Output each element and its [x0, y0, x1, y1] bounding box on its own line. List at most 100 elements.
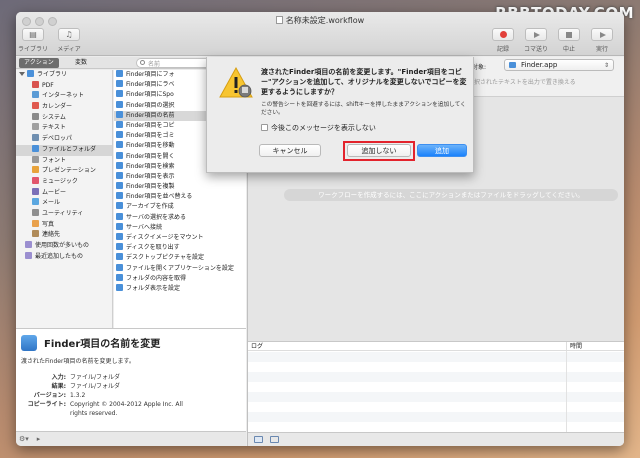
library-toggle-button[interactable]: ▤ — [22, 28, 44, 41]
log-row — [248, 362, 624, 372]
media-button[interactable]: ♫ — [58, 28, 80, 41]
action-list-item[interactable]: アーカイブを作成 — [114, 202, 246, 212]
action-list-item[interactable]: フォルダの内容を取得 — [114, 273, 246, 284]
finder-action-icon — [116, 151, 123, 159]
action-list-item[interactable]: ファイルを開くアプリケーションを設定 — [114, 263, 246, 274]
finder-action-icon — [116, 70, 123, 77]
sidebar-item-category[interactable]: メール — [16, 198, 112, 209]
library-bottom-bar: ⚙▾ ▸ — [16, 431, 246, 446]
sidebar-item-category[interactable]: フォント — [16, 155, 112, 167]
sidebar-item-category[interactable]: インターネット — [16, 91, 112, 102]
sidebar-item-category[interactable]: デベロッパ — [16, 134, 112, 145]
sidebar-item-category[interactable]: 連絡先 — [16, 230, 112, 241]
action-list-item[interactable]: サーバへ接続 — [114, 222, 246, 233]
suppress-option[interactable]: 今後このメッセージを表示しない — [261, 123, 376, 133]
category-label: ライブラリ — [37, 71, 68, 78]
action-list-item[interactable]: フォルダ表示を設定 — [114, 283, 246, 294]
action-list-item[interactable]: サーバの選択を求める — [114, 212, 246, 223]
sidebar-item-category[interactable]: システム — [16, 112, 112, 124]
category-icon — [32, 102, 39, 110]
sidebar-item-category[interactable]: 最近追加したもの — [16, 251, 112, 263]
category-label: フォント — [42, 156, 67, 164]
finder-action-icon — [116, 192, 123, 200]
action-list-item[interactable]: ディスクイメージをマウント — [114, 233, 246, 243]
category-icon — [32, 144, 39, 152]
finder-action-icon — [116, 141, 123, 149]
finder-action-icon — [116, 120, 123, 128]
action-label: フォルダの内容を取得 — [126, 274, 187, 282]
category-icon — [32, 134, 39, 142]
log-row — [248, 372, 624, 382]
category-icon — [25, 251, 32, 259]
window-title: 名称未設定.workflow — [285, 16, 365, 25]
cancel-button[interactable]: キャンセル — [259, 144, 321, 157]
finder-action-icon — [21, 335, 37, 351]
finder-action-icon — [116, 161, 123, 169]
action-label: Finder項目を移動 — [126, 142, 175, 150]
sidebar-item-category[interactable]: 写真 — [16, 219, 112, 231]
disclosure-icon[interactable] — [19, 72, 25, 76]
log-row — [248, 402, 624, 412]
category-icon — [32, 198, 39, 206]
version-row: バージョン: 1.3.2 — [16, 391, 246, 400]
finder-icon — [509, 62, 516, 68]
finder-action-icon — [116, 243, 123, 251]
run-label: 実行 — [595, 46, 608, 53]
action-list-item[interactable]: Finder項目を複製 — [114, 182, 246, 192]
log-header: ログ 時間 — [248, 342, 624, 351]
finder-action-icon — [116, 253, 123, 261]
run-button[interactable] — [591, 28, 613, 41]
variable-view-icon[interactable] — [270, 436, 279, 443]
sidebar-item-category[interactable]: ムービー — [16, 187, 112, 199]
sidebar-item-category[interactable]: ミュージック — [16, 176, 112, 188]
result-row: 結果: ファイル/フォルダ — [16, 382, 246, 391]
popup-arrows-icon: ⇕ — [603, 62, 609, 69]
replace-output-option[interactable]: 選択されたテキストを出力で置き換える — [460, 77, 576, 86]
category-label: ムービー — [42, 188, 67, 196]
sidebar-item-category[interactable]: ファイルとフォルダ — [16, 144, 112, 156]
automator-window: 名称未設定.workflow ▤ ライブラリ ♫ メディア 記録 コマ送り 中止… — [16, 12, 624, 446]
gear-menu-icon[interactable]: ⚙▾ — [19, 435, 29, 443]
stop-button[interactable] — [558, 28, 580, 41]
sidebar-item-category[interactable]: プレゼンテーション — [16, 166, 112, 177]
document-icon — [275, 16, 283, 24]
time-column-header[interactable]: 時間 — [566, 342, 582, 351]
copyright-row-2: rights reserved. — [16, 409, 246, 418]
titlebar: 名称未設定.workflow ▤ ライブラリ ♫ メディア 記録 コマ送り 中止… — [16, 12, 624, 56]
replace-output-label: 選択されたテキストを出力で置き換える — [468, 79, 576, 86]
tab-actions[interactable]: アクション — [19, 58, 59, 68]
log-column-header[interactable]: ログ — [251, 342, 263, 351]
search-target-popup[interactable]: Finder.app ⇕ — [504, 59, 614, 71]
action-list-item[interactable]: Finder項目を表示 — [114, 171, 246, 182]
media-icon: ♫ — [65, 30, 73, 39]
search-icon — [140, 60, 145, 65]
action-list-item[interactable]: デスクトップピクチャを設定 — [114, 253, 246, 263]
annotation-highlight-box — [343, 141, 415, 161]
library-label: ライブラリ — [17, 46, 48, 53]
input-value: ファイル/フォルダ — [70, 374, 121, 381]
sidebar-item-category[interactable]: ユーティリティ — [16, 208, 112, 220]
run-icon — [600, 32, 606, 38]
action-label: Finder項目を検索 — [126, 162, 175, 170]
category-label: 写真 — [42, 220, 55, 228]
sidebar-item-category[interactable]: 使用回数が多いもの — [16, 241, 112, 252]
tab-variables[interactable]: 変数 — [70, 58, 92, 68]
sidebar-item-category[interactable]: PDF — [16, 80, 112, 92]
record-button[interactable] — [492, 28, 514, 41]
step-button[interactable] — [525, 28, 547, 41]
log-view-icon[interactable] — [254, 436, 263, 443]
suppress-checkbox[interactable] — [261, 124, 268, 131]
divider-handle-icon[interactable]: ▸ — [37, 435, 41, 443]
category-label: ファイルとフォルダ — [42, 145, 97, 153]
suppress-label: 今後このメッセージを表示しない — [271, 124, 376, 132]
sidebar-item-category[interactable]: ライブラリ — [16, 70, 112, 81]
category-label: カレンダー — [42, 103, 73, 111]
workflow-bottom-bar — [248, 432, 624, 446]
sidebar-item-category[interactable]: カレンダー — [16, 102, 112, 113]
category-label: メール — [42, 199, 61, 207]
action-list-item[interactable]: ディスクを取り出す — [114, 243, 246, 253]
sidebar-item-category[interactable]: テキスト — [16, 123, 112, 134]
add-button[interactable]: 追加 — [417, 144, 467, 157]
action-label: ファイルを開くアプリケーションを設定 — [126, 264, 234, 272]
action-list-item[interactable]: Finder項目を並べ替える — [114, 192, 246, 202]
